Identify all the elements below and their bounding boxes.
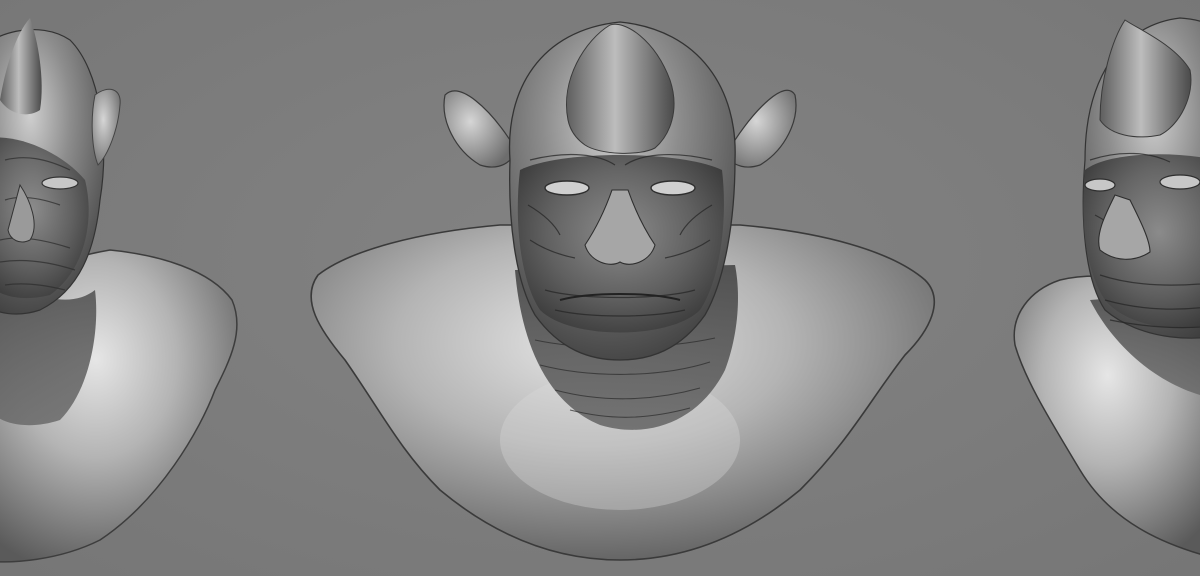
left-eye [41,176,79,190]
front-right-ear [729,89,797,168]
bust-left-view [0,18,238,563]
right-eye-near [1084,178,1116,192]
bust-front-view [310,21,936,561]
bust-right-view [1013,17,1200,555]
front-left-ear [443,90,511,168]
front-left-eye [544,180,590,196]
sculpture-render [0,17,1200,563]
left-ear [91,88,121,166]
right-eye-far [1159,174,1200,190]
front-right-eye [650,180,696,196]
sculpt-viewport [0,0,1200,576]
